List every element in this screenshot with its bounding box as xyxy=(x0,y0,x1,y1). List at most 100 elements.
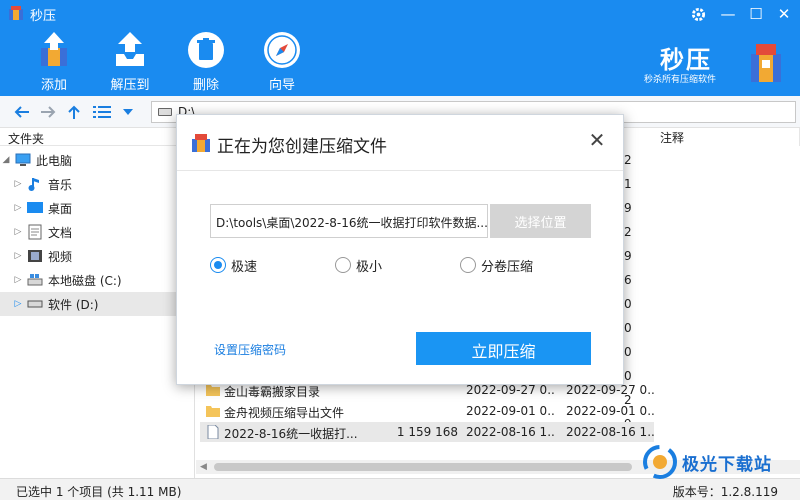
tree-item-label: 视频 xyxy=(48,249,73,264)
dialog-close-icon[interactable]: ✕ xyxy=(587,130,607,150)
app-title: 秒压 xyxy=(30,9,57,24)
radio-circle-icon xyxy=(335,257,351,273)
brand-name: 秒压 xyxy=(660,45,712,74)
minimize-button[interactable]: — xyxy=(717,3,739,25)
view-list-icon[interactable] xyxy=(92,102,112,122)
delete-label: 删除 xyxy=(192,78,219,93)
column-header-comment[interactable]: 注释 xyxy=(654,128,800,146)
app-logo-icon xyxy=(9,6,23,20)
collapsed-caret-icon[interactable]: ▷ xyxy=(12,179,24,189)
music-note-icon xyxy=(26,176,44,192)
back-arrow-icon[interactable] xyxy=(12,102,32,122)
folder-icon xyxy=(206,406,220,417)
trash-icon xyxy=(188,32,224,68)
wizard-label: 向导 xyxy=(268,78,295,93)
collapsed-caret-icon[interactable]: ▷ xyxy=(12,299,24,309)
list-cell-fragment: 9 xyxy=(624,201,632,215)
wizard-button[interactable]: 向导 xyxy=(252,30,312,96)
list-cell-fragment: 0 xyxy=(624,345,632,359)
delete-button[interactable]: 删除 xyxy=(176,30,236,96)
radio-circle-icon xyxy=(460,257,476,273)
list-cell-fragment: 6 xyxy=(624,273,632,287)
file-created: 2022-08-16 1... xyxy=(566,425,656,439)
list-cell-fragment: 0 xyxy=(624,321,632,335)
radio-label: 分卷压缩 xyxy=(481,259,534,275)
choose-location-button[interactable]: 选择位置 xyxy=(490,204,591,238)
close-window-button[interactable]: ✕ xyxy=(773,3,795,25)
file-name: 金舟视频压缩导出文件 xyxy=(224,406,345,420)
computer-icon xyxy=(14,152,32,168)
compress-now-button[interactable]: 立即压缩 xyxy=(416,332,591,365)
list-cell-fragment: 1 xyxy=(624,177,632,191)
tree-item-label: 文档 xyxy=(48,225,73,240)
tree-item-music[interactable]: ▷ 音乐 xyxy=(0,172,194,196)
file-name: 金山毒霸搬家目录 xyxy=(224,385,321,399)
tree-item-local-disk-c[interactable]: ▷ 本地磁盘 (C:) xyxy=(0,268,194,292)
dialog-app-icon xyxy=(192,134,210,152)
collapsed-caret-icon[interactable]: ▷ xyxy=(12,227,24,237)
file-created: 2022-09-27 0... xyxy=(566,383,656,397)
add-archive-icon xyxy=(41,32,67,66)
collapsed-caret-icon[interactable]: ▷ xyxy=(12,203,24,213)
folder-tree-header: 文件夹 xyxy=(0,128,194,146)
file-created: 2022-09-01 0... xyxy=(566,404,656,418)
set-password-link[interactable]: 设置压缩密码 xyxy=(214,341,286,358)
settings-gear-icon[interactable] xyxy=(687,3,709,25)
radio-smallest[interactable]: 极小 xyxy=(335,256,383,275)
brand-box-icon xyxy=(751,44,781,82)
file-name: 2022-8-16统一收据打... xyxy=(224,427,358,441)
output-path-field[interactable]: D:\tools\桌面\2022-8-16统一收据打印软件数据... xyxy=(210,204,488,238)
collapsed-caret-icon[interactable]: ▷ xyxy=(12,275,24,285)
extract-to-button[interactable]: 解压到 xyxy=(100,30,160,96)
tree-item-this-pc[interactable]: ◢ 此电脑 xyxy=(0,148,194,172)
collapsed-caret-icon[interactable]: ▷ xyxy=(12,251,24,261)
table-row-selected[interactable]: 2022-8-16统一收据打... 1 159 168 2022-08-16 1… xyxy=(200,422,656,442)
drive-icon xyxy=(26,296,44,312)
brand-logo: 秒压 秒杀所有压缩软件 xyxy=(638,40,788,90)
tree-item-desktop[interactable]: ▷ 桌面 xyxy=(0,196,194,220)
extract-icon xyxy=(116,32,144,66)
folder-tree: 文件夹 ◢ 此电脑 ▷ 音乐 ▷ 桌面 ▷ 文档 ▷ 视频 ▷ 本地磁盘 (C:… xyxy=(0,128,195,478)
extract-to-label: 解压到 xyxy=(110,78,150,93)
file-modified: 2022-09-01 0... xyxy=(466,404,556,418)
scrollbar-thumb[interactable] xyxy=(214,463,632,471)
watermark-text: 极光下载站 xyxy=(682,455,772,475)
dialog-title-bar: 正在为您创建压缩文件 ✕ xyxy=(177,115,623,171)
tree-item-label: 音乐 xyxy=(48,177,73,192)
view-dropdown-chevron-icon[interactable] xyxy=(118,102,138,122)
up-arrow-icon[interactable] xyxy=(64,102,84,122)
radio-label: 极速 xyxy=(231,259,258,275)
scroll-left-arrow-icon[interactable]: ◀ xyxy=(200,462,207,472)
maximize-button[interactable]: ☐ xyxy=(745,3,767,25)
file-document-icon xyxy=(207,425,219,439)
dialog-title: 正在为您创建压缩文件 xyxy=(217,137,387,157)
forward-arrow-icon[interactable] xyxy=(38,102,58,122)
add-button[interactable]: 添加 xyxy=(24,30,84,96)
expanded-caret-icon[interactable]: ◢ xyxy=(0,155,12,165)
main-toolbar: 秒压 — ☐ ✕ 添加 解压到 删除 向导 秒压 秒杀所有压缩软件 xyxy=(0,0,800,96)
folder-icon xyxy=(206,385,220,396)
version-label: 版本号：1.2.8.119 xyxy=(672,485,778,499)
radio-label: 极小 xyxy=(356,259,383,275)
tree-item-label: 桌面 xyxy=(48,201,73,216)
desktop-icon xyxy=(26,200,44,216)
document-icon xyxy=(26,224,44,240)
tree-item-label: 软件 (D:) xyxy=(48,297,99,312)
list-cell-fragment: 2 xyxy=(624,225,632,239)
video-film-icon xyxy=(26,248,44,264)
create-archive-dialog: 正在为您创建压缩文件 ✕ D:\tools\桌面\2022-8-16统一收据打印… xyxy=(176,114,624,385)
tree-item-label: 本地磁盘 (C:) xyxy=(48,273,122,288)
radio-split-volume[interactable]: 分卷压缩 xyxy=(460,256,534,275)
table-row[interactable]: 金舟视频压缩导出文件 2022-09-01 0... 2022-09-01 0.… xyxy=(200,401,656,421)
list-cell-fragment: 0 xyxy=(624,297,632,311)
file-modified: 2022-09-27 0... xyxy=(466,383,556,397)
list-cell-fragment: 9 xyxy=(624,249,632,263)
system-drive-icon xyxy=(26,272,44,288)
tree-item-videos[interactable]: ▷ 视频 xyxy=(0,244,194,268)
tree-item-software-d[interactable]: ▷ 软件 (D:) xyxy=(0,292,194,316)
selection-status: 已选中 1 个项目 (共 1.11 MB) xyxy=(16,485,182,499)
file-modified: 2022-08-16 1... xyxy=(466,425,556,439)
radio-fast[interactable]: 极速 xyxy=(210,256,258,275)
tree-item-label: 此电脑 xyxy=(36,153,73,168)
tree-item-documents[interactable]: ▷ 文档 xyxy=(0,220,194,244)
